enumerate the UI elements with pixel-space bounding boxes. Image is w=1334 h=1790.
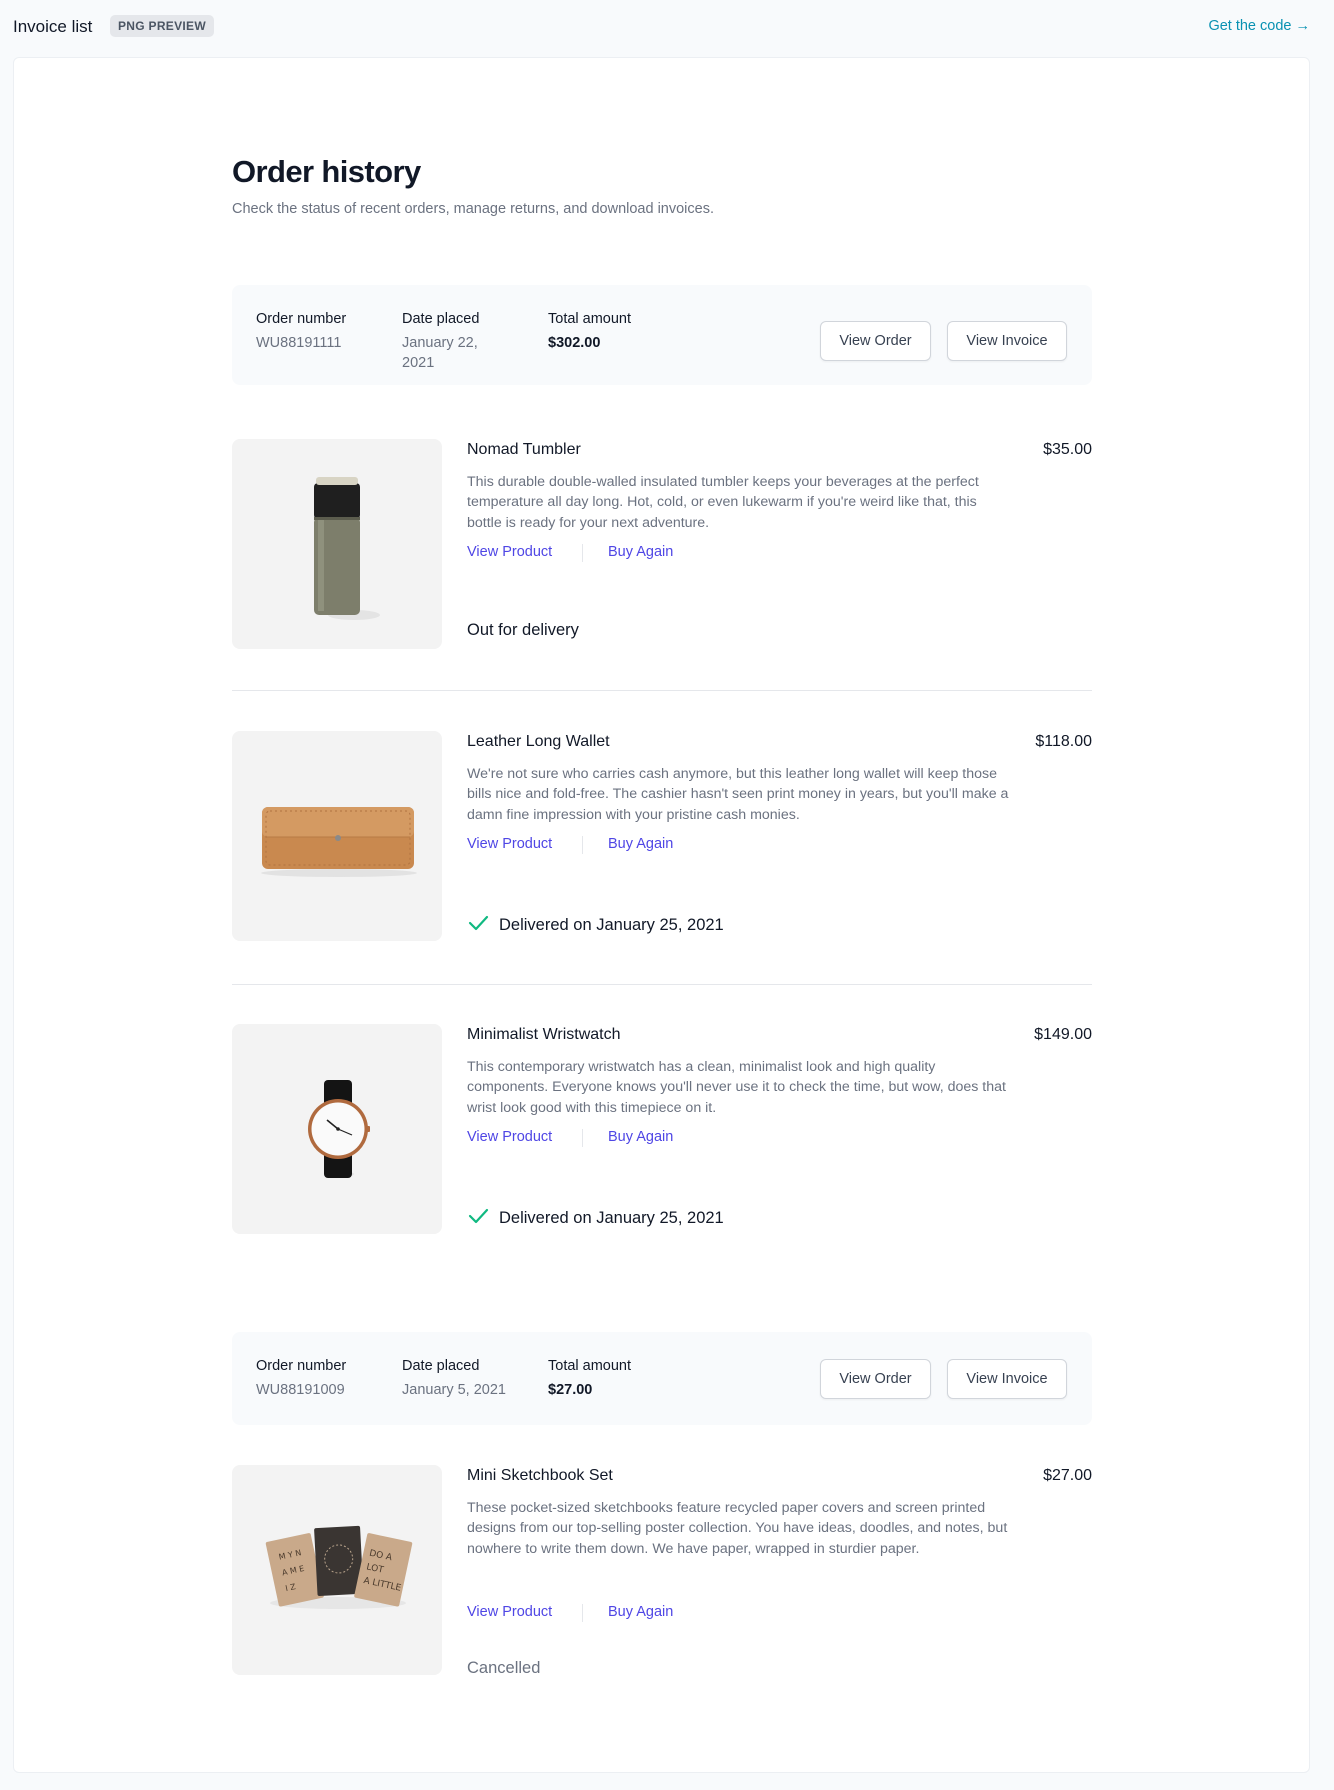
view-product-link[interactable]: View Product bbox=[467, 836, 552, 852]
actions-divider bbox=[582, 1604, 583, 1622]
view-order-button[interactable]: View Order bbox=[820, 321, 931, 361]
buy-again-link[interactable]: Buy Again bbox=[608, 1129, 673, 1145]
buy-again-link[interactable]: Buy Again bbox=[608, 1604, 673, 1620]
order-summary-header: Order number WU88191111 Date placed Janu… bbox=[232, 285, 1092, 385]
order-number-group: Order number WU88191009 bbox=[256, 1356, 386, 1400]
preview-card: Order history Check the status of recent… bbox=[13, 57, 1310, 1773]
order-number-value: WU88191009 bbox=[256, 1382, 345, 1398]
view-product-link[interactable]: View Product bbox=[467, 1604, 552, 1620]
view-invoice-button[interactable]: View Invoice bbox=[947, 321, 1067, 361]
date-placed-group: Date placed January 5, 2021 bbox=[402, 1356, 522, 1400]
total-amount-group: Total amount $302.00 bbox=[548, 309, 678, 353]
order-item: Minimalist Wristwatch $149.00 This conte… bbox=[232, 1024, 1092, 1234]
date-placed-group: Date placed January 22, 2021 bbox=[402, 309, 512, 373]
order-number-label: Order number bbox=[256, 1358, 347, 1374]
sketchbook-image: M Y N A M E I Z DO A LOT A LITTLE bbox=[232, 1465, 442, 1675]
product-price: $149.00 bbox=[1034, 1026, 1092, 1043]
order-item: Nomad Tumbler $35.00 This durable double… bbox=[232, 439, 1092, 691]
tumbler-image bbox=[232, 439, 442, 649]
total-amount-group: Total amount $27.00 bbox=[548, 1356, 678, 1400]
preview-badge: PNG PREVIEW bbox=[110, 15, 214, 37]
date-placed-value: January 5, 2021 bbox=[402, 1382, 506, 1398]
product-price: $118.00 bbox=[1035, 733, 1092, 750]
date-placed-label: Date placed bbox=[402, 311, 480, 327]
delivery-status: Delivered on January 25, 2021 bbox=[467, 1206, 724, 1231]
delivery-status-text: Delivered on January 25, 2021 bbox=[499, 1209, 724, 1227]
view-product-link[interactable]: View Product bbox=[467, 544, 552, 560]
buy-again-link[interactable]: Buy Again bbox=[608, 544, 673, 560]
order-item: M Y N A M E I Z DO A LOT A LITTLE Mini S… bbox=[232, 1465, 1092, 1677]
order-number-group: Order number WU88191111 bbox=[256, 309, 386, 353]
product-description: We're not sure who carries cash anymore,… bbox=[467, 766, 1009, 823]
product-name: Leather Long Wallet bbox=[467, 733, 610, 750]
product-description: These pocket-sized sketchbooks feature r… bbox=[467, 1500, 1008, 1557]
product-price: $27.00 bbox=[1043, 1467, 1092, 1484]
page-subtitle: Check the status of recent orders, manag… bbox=[232, 201, 714, 217]
product-name: Nomad Tumbler bbox=[467, 441, 581, 458]
total-amount-value: $302.00 bbox=[548, 335, 601, 351]
window-title: Invoice list bbox=[13, 17, 93, 36]
actions-divider bbox=[582, 836, 583, 854]
check-icon bbox=[467, 913, 489, 938]
delivery-status-text: Delivered on January 25, 2021 bbox=[499, 916, 724, 934]
view-order-button[interactable]: View Order bbox=[820, 1359, 931, 1399]
product-description: This durable double-walled insulated tum… bbox=[467, 474, 979, 531]
total-amount-value: $27.00 bbox=[548, 1382, 593, 1398]
delivery-status: Delivered on January 25, 2021 bbox=[467, 913, 724, 938]
order-item: Leather Long Wallet $118.00 We're not su… bbox=[232, 731, 1092, 985]
view-product-link[interactable]: View Product bbox=[467, 1129, 552, 1145]
wristwatch-image bbox=[232, 1024, 442, 1234]
get-code-link[interactable]: Get the code → bbox=[1208, 18, 1310, 34]
page-title: Order history bbox=[232, 154, 421, 189]
wallet-image bbox=[232, 731, 442, 941]
delivery-status: Out for delivery bbox=[467, 621, 579, 639]
order-number-value: WU88191111 bbox=[256, 335, 342, 351]
date-placed-value: January 22, 2021 bbox=[402, 335, 478, 371]
check-icon bbox=[467, 1206, 489, 1231]
date-placed-label: Date placed bbox=[402, 1358, 480, 1374]
order-number-label: Order number bbox=[256, 311, 347, 327]
order-summary-header: Order number WU88191009 Date placed Janu… bbox=[232, 1332, 1092, 1425]
product-price: $35.00 bbox=[1043, 441, 1092, 458]
total-amount-label: Total amount bbox=[548, 311, 632, 327]
order-status: Cancelled bbox=[467, 1659, 541, 1677]
product-name: Mini Sketchbook Set bbox=[467, 1467, 613, 1484]
actions-divider bbox=[582, 544, 583, 562]
actions-divider bbox=[582, 1129, 583, 1147]
product-name: Minimalist Wristwatch bbox=[467, 1026, 621, 1043]
view-invoice-button[interactable]: View Invoice bbox=[947, 1359, 1067, 1399]
total-amount-label: Total amount bbox=[548, 1358, 632, 1374]
top-bar: Invoice list PNG PREVIEW Get the code → bbox=[0, 0, 1334, 54]
buy-again-link[interactable]: Buy Again bbox=[608, 836, 673, 852]
product-description: This contemporary wristwatch has a clean… bbox=[467, 1059, 1006, 1116]
